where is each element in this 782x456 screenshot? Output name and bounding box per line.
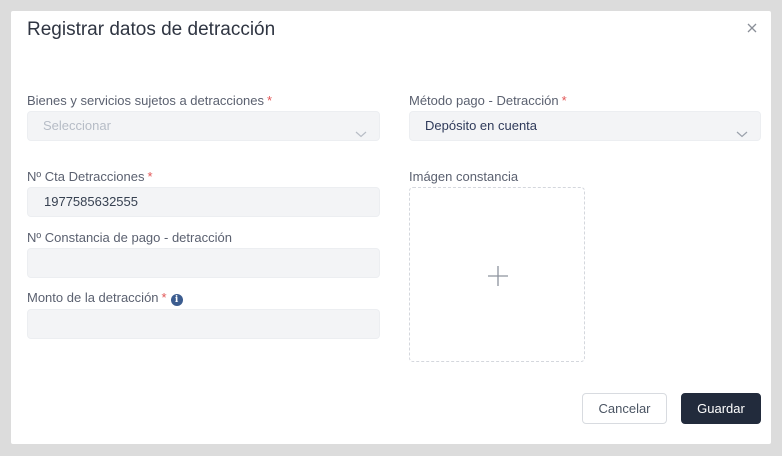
- cancel-button[interactable]: Cancelar: [582, 393, 667, 424]
- plus-icon: [486, 264, 510, 288]
- imagen-upload-area[interactable]: [409, 187, 585, 362]
- cta-detracciones-label-text: Nº Cta Detracciones: [27, 169, 145, 184]
- required-mark: *: [267, 93, 273, 108]
- monto-field[interactable]: [27, 309, 380, 339]
- required-mark: *: [147, 169, 153, 184]
- constancia-pago-field[interactable]: [27, 248, 380, 278]
- close-icon[interactable]: [745, 21, 759, 35]
- monto-label: Monto de la detracción * i: [27, 290, 183, 306]
- bienes-select-placeholder: Seleccionar: [43, 118, 111, 133]
- save-button[interactable]: Guardar: [681, 393, 761, 424]
- metodo-pago-label-text: Método pago - Detracción: [409, 93, 559, 108]
- detraccion-dialog: Registrar datos de detracción Bienes y s…: [11, 11, 771, 444]
- info-icon[interactable]: i: [170, 294, 183, 306]
- cta-detracciones-label: Nº Cta Detracciones *: [27, 169, 153, 184]
- monto-label-text: Monto de la detracción: [27, 290, 159, 305]
- bienes-select[interactable]: Seleccionar: [27, 111, 380, 141]
- metodo-pago-label: Método pago - Detracción *: [409, 93, 567, 108]
- bienes-label-text: Bienes y servicios sujetos a detraccione…: [27, 93, 265, 108]
- chevron-down-icon: [736, 121, 748, 138]
- chevron-down-icon: [355, 121, 367, 138]
- bienes-label: Bienes y servicios sujetos a detraccione…: [27, 93, 272, 108]
- required-mark: *: [561, 93, 567, 108]
- metodo-pago-select[interactable]: Depósito en cuenta: [409, 111, 761, 141]
- required-mark: *: [161, 290, 167, 305]
- dialog-title: Registrar datos de detracción: [27, 19, 276, 40]
- constancia-pago-label: Nº Constancia de pago - detracción: [27, 230, 232, 245]
- cta-detracciones-value: 1977585632555: [44, 194, 138, 209]
- cta-detracciones-field[interactable]: 1977585632555: [27, 187, 380, 217]
- metodo-pago-value: Depósito en cuenta: [425, 118, 538, 133]
- imagen-constancia-label: Imágen constancia: [409, 169, 519, 184]
